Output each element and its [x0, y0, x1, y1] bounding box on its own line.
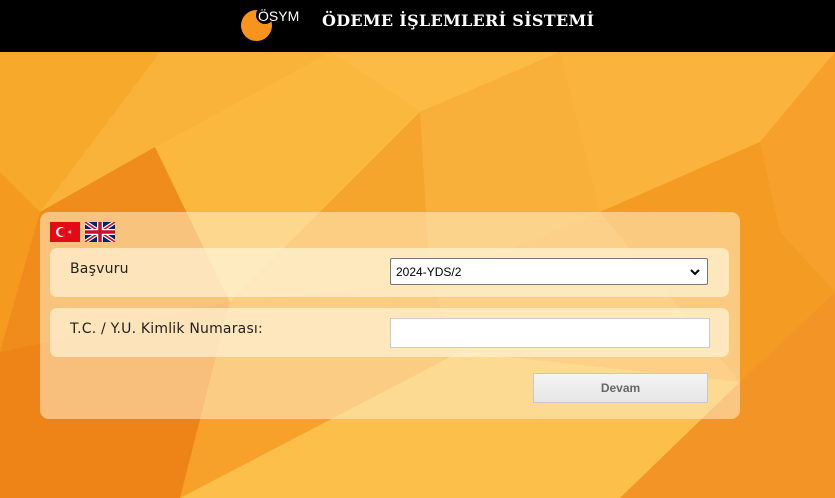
- id-number-input[interactable]: [390, 318, 710, 348]
- top-header: ÖSYM ÖDEME İŞLEMLERİ SİSTEMİ: [0, 0, 835, 52]
- id-number-label: T.C. / Y.U. Kimlik Numarası:: [70, 321, 263, 337]
- application-row: Başvuru 2024-YDS/2: [50, 248, 729, 297]
- osym-logo-text: ÖSYM: [258, 8, 300, 24]
- app-title: ÖDEME İŞLEMLERİ SİSTEMİ: [322, 11, 595, 30]
- payment-form-panel: Başvuru 2024-YDS/2 T.C. / Y.U. Kimlik Nu…: [40, 212, 740, 419]
- application-select-value: 2024-YDS/2: [396, 265, 462, 279]
- continue-button[interactable]: Devam: [533, 373, 708, 403]
- chevron-down-icon: [690, 269, 700, 276]
- uk-flag-icon[interactable]: [85, 222, 115, 242]
- application-select[interactable]: 2024-YDS/2: [390, 258, 708, 285]
- turkish-flag-icon[interactable]: [50, 222, 80, 242]
- application-label: Başvuru: [70, 261, 129, 277]
- id-number-row: T.C. / Y.U. Kimlik Numarası:: [50, 308, 729, 357]
